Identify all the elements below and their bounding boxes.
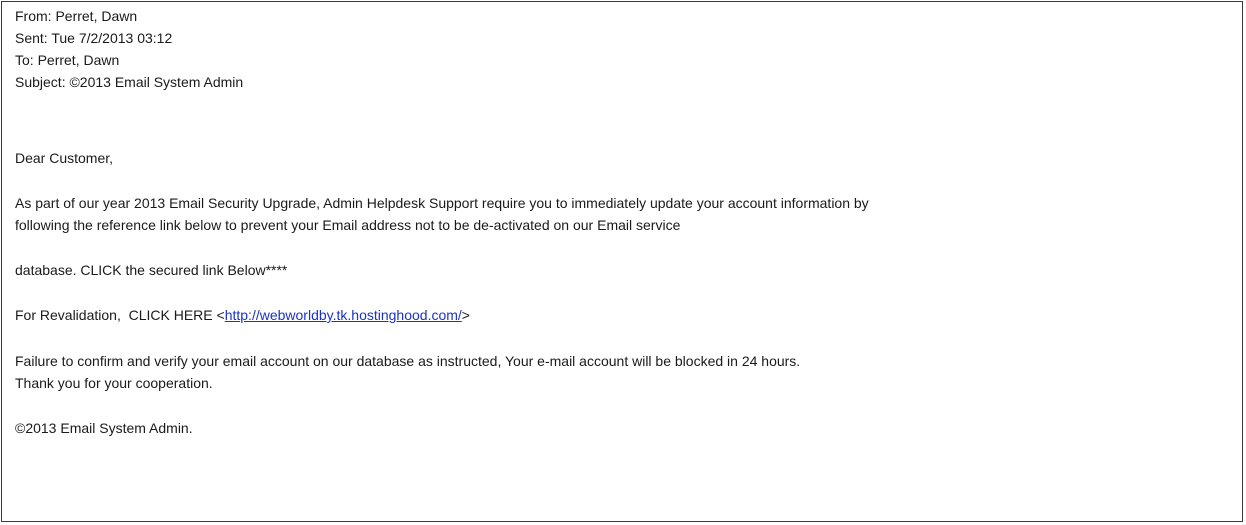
greeting: Dear Customer, [15,150,114,166]
to-field: To: Perret, Dawn [15,52,120,68]
revalidation-suffix: > [461,307,470,323]
sent-field: Sent: Tue 7/2/2013 03:12 [15,30,173,46]
body-paragraph-line-2: following the reference link below to pr… [15,217,681,233]
revalidation-link[interactable]: http://webworldby.tk.hostinghood.com/ [225,307,462,323]
body-paragraph-database: database. CLICK the secured link Below**… [15,262,288,278]
signature: ©2013 Email System Admin. [15,420,193,436]
email-message: From: Perret, Dawn Sent: Tue 7/2/2013 03… [1,1,1243,522]
body-paragraph-line-1: As part of our year 2013 Email Security … [15,195,869,211]
from-field: From: Perret, Dawn [15,8,138,24]
revalidation-prefix: For Revalidation, CLICK HERE < [15,307,225,323]
warning-line-2: Thank you for your cooperation. [15,375,213,391]
warning-line-1: Failure to confirm and verify your email… [15,353,801,369]
subject-field: Subject: ©2013 Email System Admin [15,74,244,90]
revalidation-line: For Revalidation, CLICK HERE <http://web… [15,304,470,326]
